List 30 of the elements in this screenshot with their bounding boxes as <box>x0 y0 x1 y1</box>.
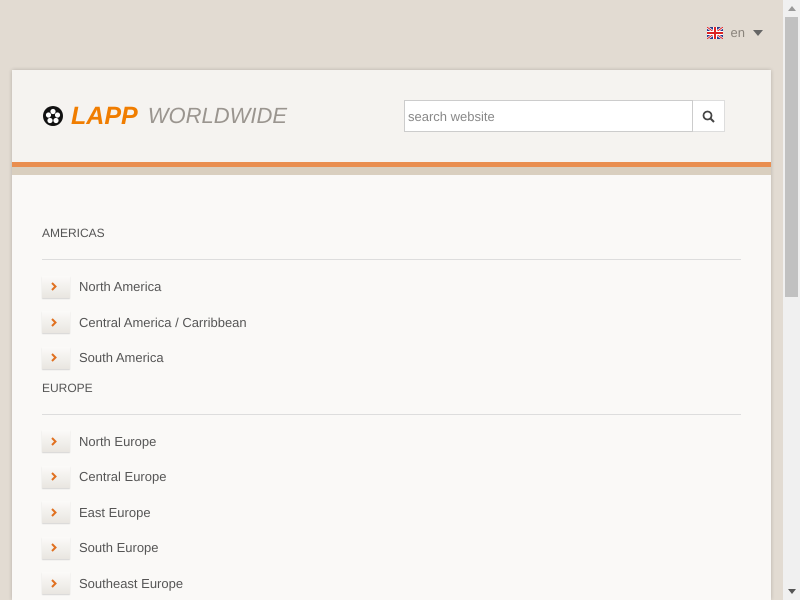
flag-icon <box>706 26 723 39</box>
region-heading: AMERICAS <box>42 225 106 241</box>
scrollbar[interactable] <box>783 0 800 600</box>
chevron-icon <box>51 318 57 327</box>
brand-name: LAPP <box>71 104 138 128</box>
search-button[interactable] <box>693 100 725 132</box>
chevron-icon <box>51 472 57 482</box>
region-link[interactable]: South America <box>42 340 741 376</box>
chevron-icon <box>51 508 57 517</box>
region-link[interactable]: Central Europe <box>42 459 741 494</box>
brand-subtitle: WORLDWIDE <box>148 105 288 127</box>
chevron-icon <box>51 543 57 552</box>
region-link[interactable]: Central America / Carribbean <box>42 304 741 340</box>
scroll-down-icon <box>788 589 796 594</box>
chevron-icon <box>51 436 57 446</box>
region-link[interactable]: North America <box>42 269 741 304</box>
chevron-icon <box>51 282 57 292</box>
region-link[interactable]: South Europe <box>42 530 741 566</box>
logo-icon <box>43 106 63 126</box>
region-link[interactable]: East Europe <box>42 494 741 530</box>
search-icon <box>702 110 715 122</box>
caret-icon <box>753 30 763 36</box>
region-heading: EUROPE <box>42 380 94 396</box>
search-field[interactable]: search website <box>404 100 693 132</box>
region-link[interactable]: North Europe <box>42 424 741 459</box>
scrollbar-thumb[interactable] <box>785 17 798 297</box>
scroll-up-icon <box>788 6 796 11</box>
chevron-icon <box>51 353 57 362</box>
chevron-icon <box>51 578 57 588</box>
region-link[interactable]: Southeast Europe <box>42 566 741 600</box>
